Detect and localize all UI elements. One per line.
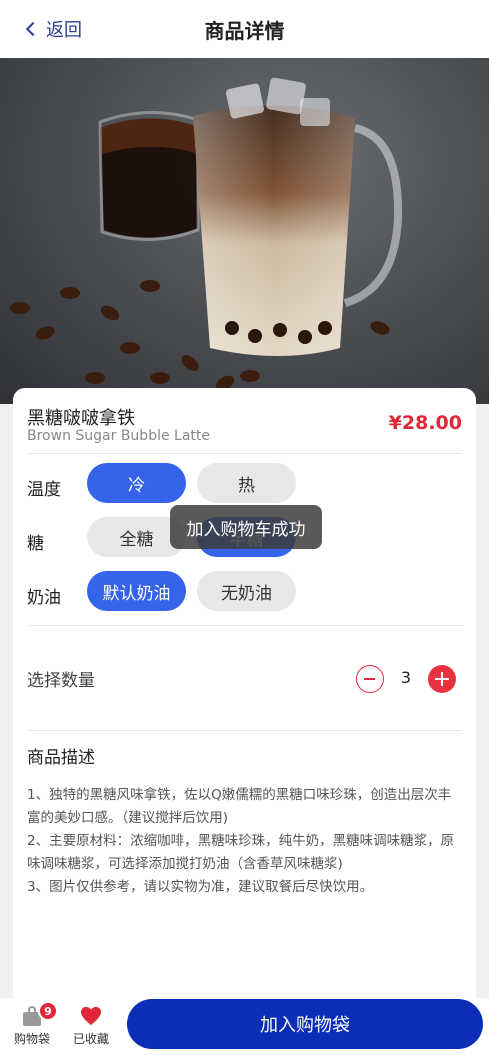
minus-circle-icon[interactable]	[356, 665, 384, 693]
favorite-label: 已收藏	[72, 1032, 109, 1046]
divider	[27, 625, 462, 626]
temperature-option-hot[interactable]: 热	[197, 463, 296, 503]
product-name-en: Brown Sugar Bubble Latte	[27, 428, 210, 444]
temperature-option-cold[interactable]: 冷	[87, 463, 186, 503]
heart-icon	[81, 1006, 101, 1026]
description-line: 3、图片仅供参考，请以实物为准，建议取餐后尽快饮用。	[27, 879, 374, 895]
page-title: 商品详情	[204, 19, 285, 43]
cream-label: 奶油	[27, 588, 61, 608]
latte-illustration	[10, 77, 403, 391]
description-text: 1、独特的黑糖风味拿铁，佐以Q嫩儒糯的黑糖口味珍珠，创造出层次丰富的美妙口感。（…	[27, 784, 464, 899]
product-price: ¥28.00	[388, 412, 462, 434]
product-name-cn: 黑糖啵啵拿铁	[27, 408, 135, 429]
product-detail-card: 黑糖啵啵拿铁 Brown Sugar Bubble Latte ¥28.00 温…	[13, 388, 476, 998]
cream-option-default[interactable]: 默认奶油	[87, 571, 186, 611]
plus-circle-icon[interactable]	[428, 665, 456, 693]
quantity-label: 选择数量	[27, 671, 95, 691]
product-image	[0, 58, 489, 404]
shopping-bag-button[interactable]: 9 购物袋	[7, 1001, 58, 1047]
toast-message: 加入购物车成功	[170, 505, 322, 549]
bag-count-badge: 9	[38, 1001, 58, 1021]
divider	[27, 453, 462, 454]
cream-option-none[interactable]: 无奶油	[197, 571, 296, 611]
description-line: 1、独特的黑糖风味拿铁，佐以Q嫩儒糯的黑糖口味珍珠，创造出层次丰富的美妙口感。（…	[27, 787, 452, 826]
favorite-button[interactable]: 已收藏	[66, 1006, 116, 1047]
temperature-label: 温度	[27, 480, 61, 500]
add-to-bag-button[interactable]: 加入购物袋	[127, 999, 483, 1049]
bottom-action-bar: 9 购物袋 已收藏 加入购物袋	[0, 998, 489, 1055]
bag-label: 购物袋	[13, 1032, 50, 1046]
description-title: 商品描述	[27, 748, 95, 768]
sugar-label: 糖	[27, 534, 44, 554]
quantity-value: 3	[400, 668, 412, 687]
nav-bar: 返回 商品详情	[0, 0, 489, 58]
divider	[27, 730, 462, 731]
description-line: 2、主要原材料：浓缩咖啡，黑糖味珍珠，纯牛奶，黑糖味调味糖浆，原味调味糖浆，可选…	[27, 833, 455, 872]
